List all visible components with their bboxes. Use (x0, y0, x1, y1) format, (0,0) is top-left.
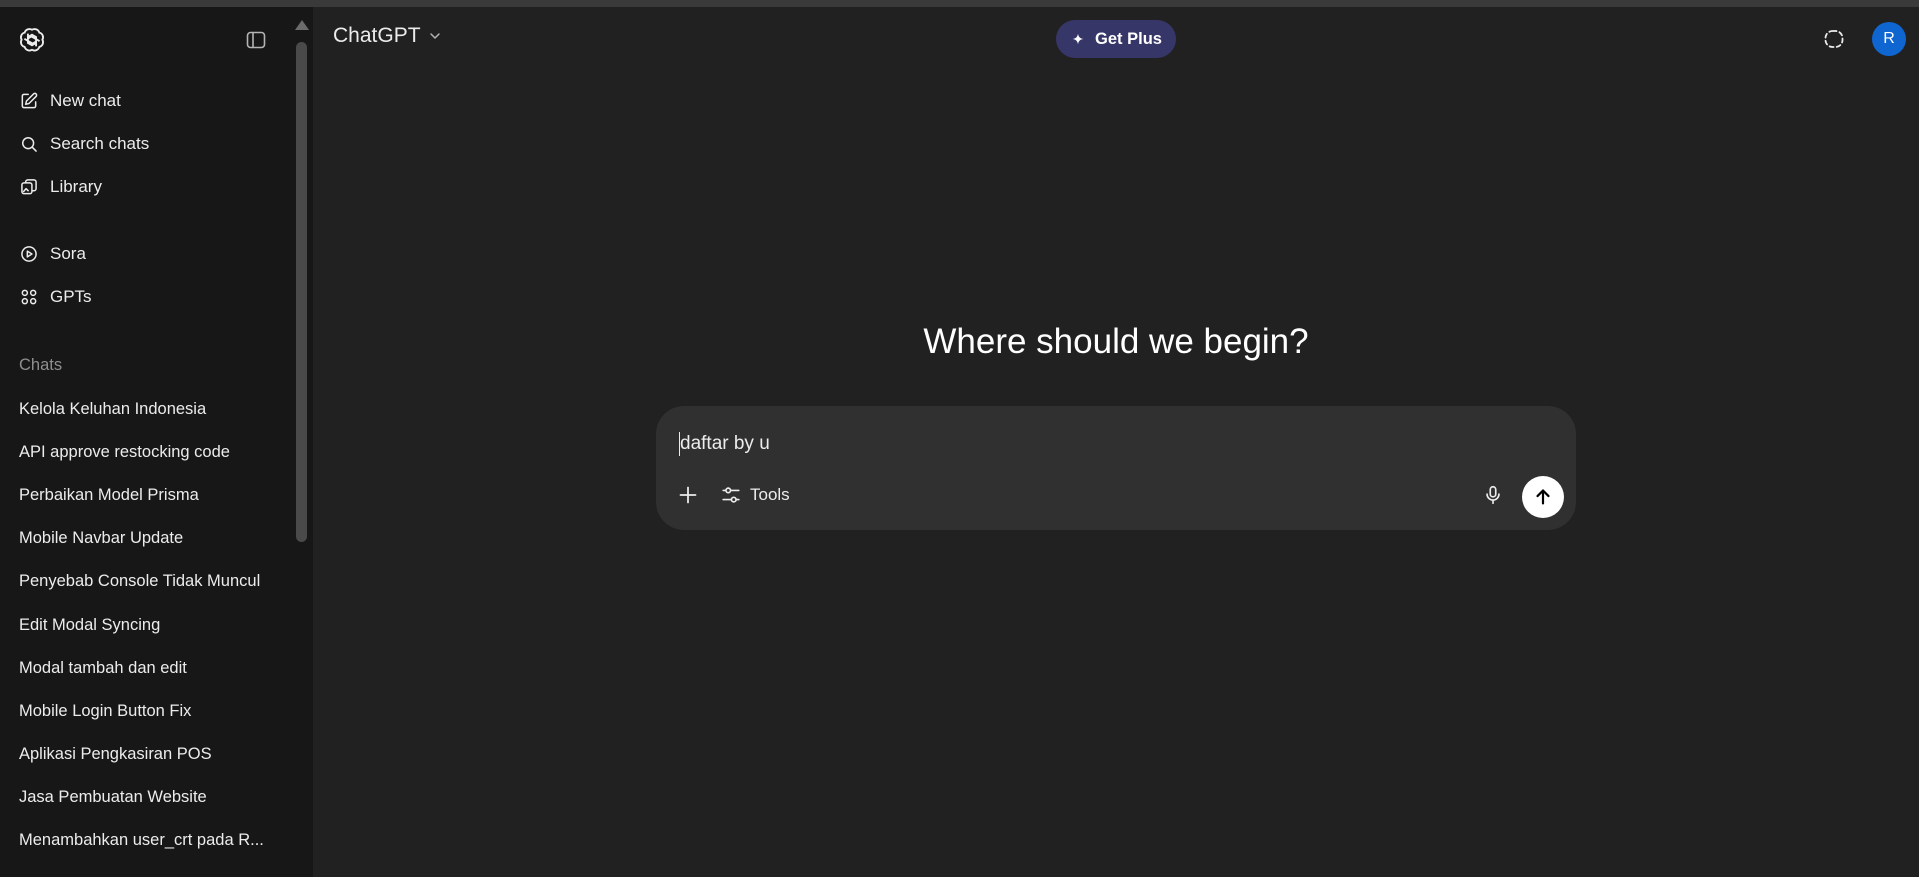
microphone-icon[interactable] (1482, 484, 1504, 506)
sidebar-item-label: GPTs (50, 287, 92, 306)
chat-history-item[interactable]: Penyebab Console Tidak Muncul (8, 562, 288, 600)
plus-icon[interactable] (676, 483, 700, 507)
play-icon (21, 246, 37, 262)
sidebar-item-library[interactable]: Library (8, 168, 288, 206)
chats-section-heading: Chats (19, 356, 63, 374)
sidebar-item-new-chat[interactable]: New chat (8, 82, 288, 120)
sliders-icon (722, 487, 740, 503)
chat-history-item[interactable]: Menambahkan user_crt pada R... (8, 821, 288, 859)
scrollbar-thumb[interactable] (296, 42, 307, 542)
sidebar-item-label: Library (50, 177, 102, 196)
prompt-composer: daftar by u Tools (656, 406, 1576, 530)
chevron-down-icon (429, 33, 440, 39)
chat-history-item[interactable]: Perbaikan Model Prisma (8, 476, 288, 514)
openai-logo-icon[interactable] (18, 26, 46, 54)
library-icon (21, 179, 37, 195)
window-top-strip (0, 0, 1919, 7)
arrow-up-icon (1536, 489, 1550, 505)
sidebar-scrollbar[interactable] (295, 14, 309, 877)
get-plus-label: Get Plus (1095, 29, 1162, 48)
sidebar-item-sora[interactable]: Sora (8, 235, 288, 273)
chat-history-item[interactable]: Jasa Pembuatan Website (8, 778, 288, 816)
scroll-up-arrow-icon[interactable] (295, 20, 309, 30)
temporary-chat-icon[interactable] (1822, 27, 1846, 51)
page-title: Where should we begin? (923, 322, 1309, 361)
sidebar-item-label: Sora (50, 244, 86, 263)
send-button[interactable] (1522, 476, 1564, 518)
chat-history-item[interactable]: Edit Modal Syncing (8, 606, 288, 644)
chat-history-item[interactable]: Mobile Navbar Update (8, 519, 288, 557)
model-selector[interactable]: ChatGPT (333, 24, 443, 48)
tools-label: Tools (750, 485, 790, 504)
sidebar-item-gpts[interactable]: GPTs (8, 278, 288, 316)
chat-history-item[interactable]: Mobile Login Button Fix (8, 692, 288, 730)
avatar[interactable]: R (1872, 22, 1906, 56)
chat-history-item[interactable]: API approve restocking code (8, 433, 288, 471)
search-icon (22, 137, 37, 152)
chat-history-item[interactable]: Kelola Keluhan Indonesia (8, 390, 288, 428)
tools-button[interactable]: Tools (720, 480, 790, 510)
get-plus-button[interactable]: Get Plus (1056, 20, 1176, 58)
edit-icon (21, 92, 38, 109)
sidebar-item-label: New chat (50, 91, 121, 110)
grid-icon (21, 289, 37, 305)
chat-history-item[interactable]: Modal tambah dan edit (8, 649, 288, 687)
model-name: ChatGPT (333, 24, 421, 47)
sidebar-item-label: Search chats (50, 134, 150, 153)
chat-history-item[interactable]: Aplikasi Pengkasiran POS (8, 735, 288, 773)
prompt-input[interactable]: daftar by u (679, 432, 770, 456)
sparkle-icon (1072, 33, 1084, 45)
sidebar-item-search-chats[interactable]: Search chats (8, 125, 288, 163)
sidebar-toggle-icon[interactable] (244, 28, 268, 52)
sidebar: New chat Search chats Library Sora GPTs … (0, 7, 313, 877)
